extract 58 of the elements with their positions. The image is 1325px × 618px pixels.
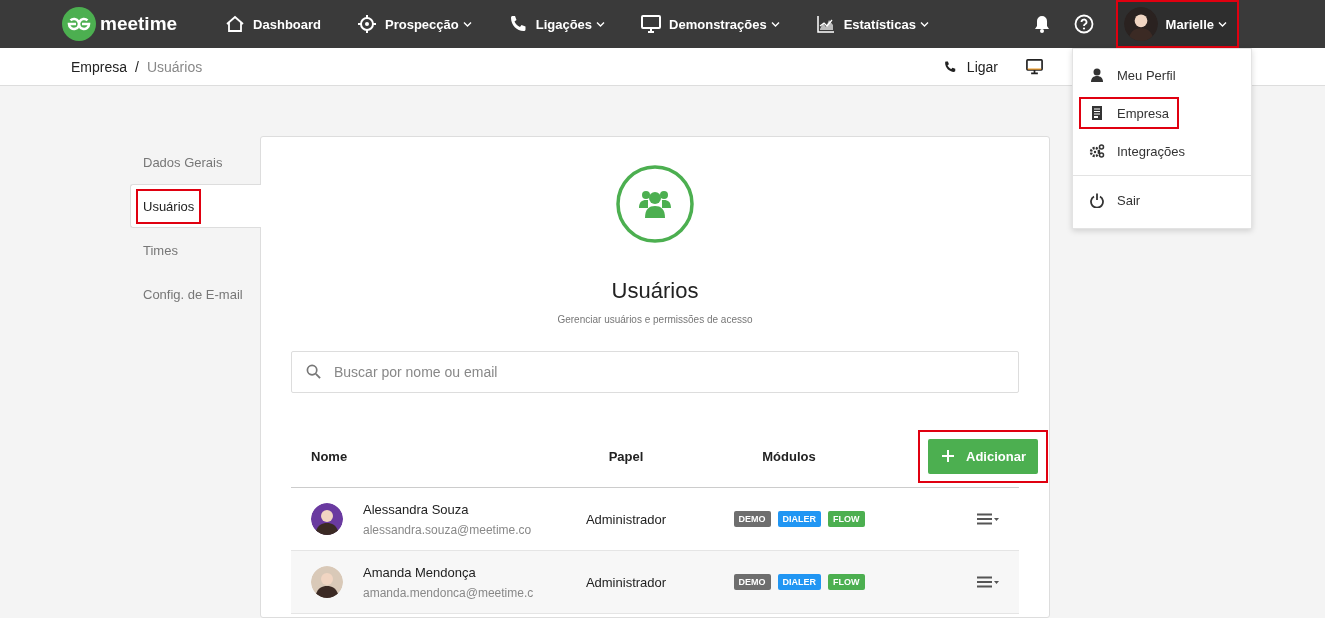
nav-link[interactable]: Ligações xyxy=(507,14,606,34)
module-tag: DEMO xyxy=(733,511,771,527)
user-role: Administrador xyxy=(584,511,668,527)
user-email: alessandra.souza@meetime.co xyxy=(363,522,533,537)
sidebar-tab[interactable]: Dados Gerais xyxy=(130,140,260,184)
menu-icon xyxy=(977,576,999,588)
plus-icon xyxy=(942,450,955,462)
module-tag: DIALER xyxy=(777,511,821,527)
column-header: Nome xyxy=(310,448,349,464)
module-tag: DEMO xyxy=(733,574,771,590)
nav-link[interactable]: Demonstrações xyxy=(641,14,780,34)
nav-link[interactable]: Dashboard xyxy=(225,14,321,34)
caret-icon xyxy=(1218,20,1227,28)
module-tag: FLOW xyxy=(828,574,865,590)
user-menu-button[interactable]: Marielle xyxy=(1115,0,1239,48)
module-tag: FLOW xyxy=(828,511,865,527)
page-title: Usuários xyxy=(611,278,699,304)
column-header: Papel xyxy=(607,448,645,464)
breadcrumb-link[interactable]: Empresa xyxy=(71,58,128,75)
page-subtitle: Gerenciar usuários e permissões de acesso xyxy=(557,314,753,325)
sidebar-tab[interactable]: Config. de E-mail xyxy=(130,272,260,316)
users-icon xyxy=(615,164,695,244)
logo-icon xyxy=(62,7,96,41)
menu-item[interactable]: Empresa xyxy=(1079,97,1180,129)
help-icon xyxy=(1073,14,1094,34)
breadcrumb-separator: / xyxy=(135,58,139,75)
avatar xyxy=(1123,7,1158,41)
search-field[interactable]: Buscar por nome ou email xyxy=(291,351,1019,393)
home-icon xyxy=(225,14,246,34)
user-icon xyxy=(1089,67,1105,83)
user-name: Amanda Mendonça xyxy=(363,564,477,580)
call-link[interactable]: Ligar xyxy=(942,58,998,75)
column-header: Módulos xyxy=(761,448,817,464)
nav-link[interactable]: Estatísticas xyxy=(815,14,929,34)
user-name: Alessandra Souza xyxy=(363,501,470,517)
target-icon xyxy=(357,14,377,34)
breadcrumb-link[interactable]: Usuários xyxy=(146,58,203,75)
sidebar-tab[interactable]: Times xyxy=(130,228,260,272)
module-tag: DIALER xyxy=(777,574,821,590)
gears-icon xyxy=(1089,143,1105,159)
menu-item[interactable]: Sair xyxy=(1079,184,1151,216)
menu-item[interactable]: Meu Perfil xyxy=(1079,59,1186,91)
monitor-icon xyxy=(641,14,662,34)
logo-text: meetime xyxy=(100,13,178,35)
power-icon xyxy=(1089,192,1105,208)
chart-icon xyxy=(815,14,836,34)
phone-icon xyxy=(942,59,957,74)
monitor-icon xyxy=(1026,58,1043,75)
search-icon xyxy=(306,364,321,379)
user-role: Administrador xyxy=(584,574,668,590)
avatar xyxy=(311,503,343,535)
nav-link[interactable]: Prospecção xyxy=(357,14,472,34)
avatar xyxy=(311,566,343,598)
sidebar-tab[interactable]: Usuários xyxy=(130,184,261,228)
menu-icon xyxy=(977,513,999,525)
menu-item[interactable]: Integrações xyxy=(1079,135,1195,167)
user-email: amanda.mendonca@meetime.c xyxy=(363,585,535,600)
document-icon xyxy=(1089,105,1105,121)
